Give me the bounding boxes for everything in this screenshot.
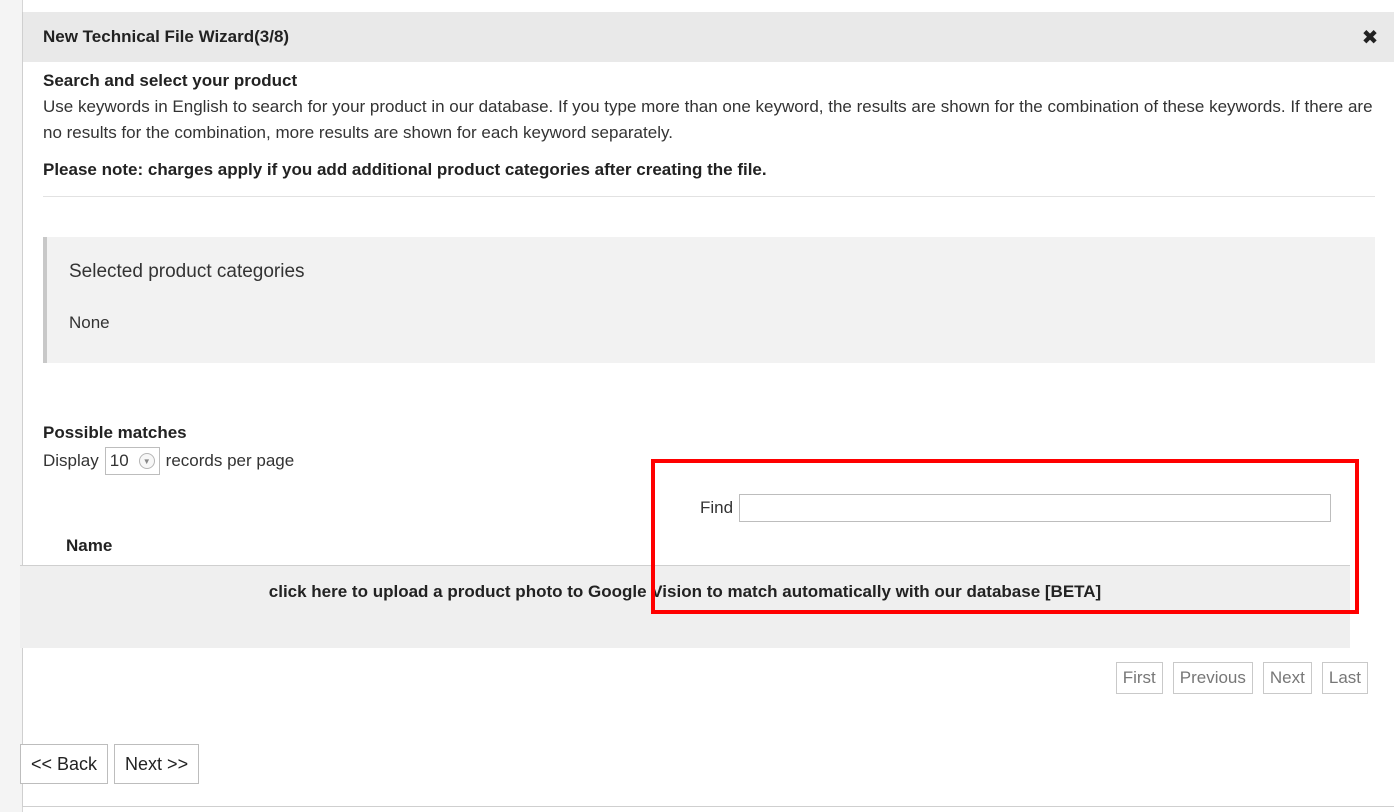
find-group: Find <box>700 494 1332 522</box>
pagination: First Previous Next Last <box>1115 662 1368 694</box>
section-heading: Search and select your product <box>43 71 298 90</box>
close-icon[interactable]: ✖ <box>1359 25 1381 50</box>
selected-categories-panel: Selected product categories None <box>43 237 1375 363</box>
dialog-title: New Technical File Wizard(3/8) <box>43 27 290 46</box>
background-page-edge <box>0 0 23 812</box>
last-page-button[interactable]: Last <box>1321 662 1368 694</box>
records-per-page-select[interactable]: 10 ▼ <box>104 447 160 475</box>
display-label: Display <box>43 451 99 470</box>
records-per-page-value: 10 <box>109 451 129 470</box>
section-description: Use keywords in English to search for yo… <box>43 97 1373 142</box>
next-page-button[interactable]: Next <box>1262 662 1312 694</box>
upload-photo-link[interactable]: click here to upload a product photo to … <box>269 582 1101 602</box>
first-page-button[interactable]: First <box>1115 662 1163 694</box>
previous-page-button[interactable]: Previous <box>1172 662 1253 694</box>
records-per-page-row: Display 10 ▼ records per page <box>43 447 1375 475</box>
selected-categories-value: None <box>69 313 110 332</box>
possible-matches-title: Possible matches <box>43 423 187 442</box>
next-button[interactable]: Next >> <box>114 744 200 784</box>
find-label: Find <box>700 498 734 517</box>
table-row: click here to upload a product photo to … <box>20 566 1350 648</box>
records-per-page-label: records per page <box>165 451 295 470</box>
dialog-content: Search and select your product Use keywo… <box>23 70 1394 475</box>
charges-note: Please note: charges apply if you add ad… <box>43 160 1375 197</box>
find-input[interactable] <box>739 494 1332 522</box>
column-header-name[interactable]: Name <box>66 536 112 556</box>
wizard-navigation: << Back Next >> <box>20 744 200 784</box>
back-button[interactable]: << Back <box>20 744 109 784</box>
chevron-down-icon: ▼ <box>138 453 155 469</box>
dialog-titlebar: New Technical File Wizard(3/8) ✖ <box>23 12 1394 62</box>
selected-categories-title: Selected product categories <box>69 261 305 282</box>
